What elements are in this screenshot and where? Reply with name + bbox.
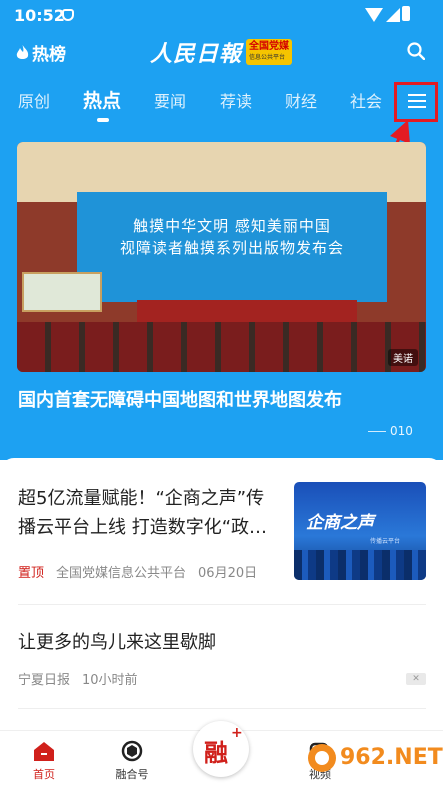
pager-count: 010 bbox=[390, 424, 413, 438]
hero-title[interactable]: 国内首套无障碍中国地图和世界地图发布 bbox=[18, 386, 342, 412]
shield-icon bbox=[62, 9, 74, 21]
thumb-title: 企商之声 bbox=[306, 513, 374, 533]
watermark-text: 962.NET 乐游网 bbox=[340, 744, 443, 770]
news-item-1-meta: 置顶 全国党媒信息公共平台 06月20日 bbox=[18, 562, 257, 581]
news-item-2-source: 宁夏日报 bbox=[18, 673, 71, 688]
tab-recommended[interactable]: 荐读 bbox=[220, 88, 252, 112]
active-tab-indicator bbox=[97, 118, 109, 122]
list-divider bbox=[18, 708, 426, 709]
dismiss-icon[interactable]: ✕ bbox=[406, 673, 426, 685]
logo-text: 人民日報 bbox=[150, 41, 243, 67]
tab-society[interactable]: 社会 bbox=[350, 88, 382, 112]
news-item-2-time: 10小时前 bbox=[82, 673, 138, 688]
hero-screen-line2: 视障读者触摸系列出版物发布会 bbox=[119, 239, 344, 257]
hero-table bbox=[137, 300, 357, 324]
news-item-1-title[interactable]: 超5亿流量赋能！“企商之声”传播云平台上线 打造数字化“政… bbox=[18, 484, 280, 542]
app-header: 热榜 人民日報 全国党媒信息公共平台 bbox=[0, 32, 443, 72]
thumb-subtitle: 传播云平台 bbox=[370, 538, 401, 545]
flame-icon bbox=[16, 44, 29, 59]
tab-finance[interactable]: 财经 bbox=[285, 88, 317, 112]
home-icon bbox=[34, 742, 54, 761]
hero-audience bbox=[17, 322, 426, 372]
search-icon[interactable] bbox=[407, 42, 425, 60]
news-item-1-thumbnail[interactable]: 企商之声 传播云平台 bbox=[294, 482, 426, 580]
badge-icon bbox=[121, 740, 143, 762]
news-item-1-source: 全国党媒信息公共平台 bbox=[56, 566, 187, 581]
thumb-skyline bbox=[294, 550, 426, 580]
tab-original[interactable]: 原创 bbox=[18, 88, 50, 112]
signal-icon bbox=[386, 8, 400, 22]
status-time: 10:52 bbox=[14, 6, 65, 25]
nav-media-label: 融合号 bbox=[115, 768, 149, 781]
rong-button[interactable]: 融 + bbox=[193, 721, 249, 777]
battery-icon bbox=[402, 6, 410, 21]
plus-icon: + bbox=[231, 725, 243, 741]
news-list: 超5亿流量赋能！“企商之声”传播云平台上线 打造数字化“政… 企商之声 传播云平… bbox=[0, 458, 443, 738]
list-divider bbox=[18, 604, 426, 605]
hero-screen-line1: 触摸中华文明 感知美丽中国 bbox=[133, 217, 331, 235]
tab-important-news[interactable]: 要闻 bbox=[154, 88, 186, 112]
nav-home[interactable]: 首页 bbox=[14, 739, 74, 782]
site-watermark: 962.NET 乐游网 bbox=[308, 744, 443, 772]
app-logo: 人民日報 全国党媒信息公共平台 bbox=[150, 36, 293, 68]
news-item-2-title[interactable]: 让更多的鸟儿来这里歇脚 bbox=[18, 628, 216, 654]
news-item-1-date: 06月20日 bbox=[198, 566, 258, 581]
pager-line bbox=[368, 430, 386, 432]
rong-label: 融 bbox=[204, 739, 228, 767]
logo-badge-text: 全国党媒 bbox=[249, 41, 290, 52]
nav-home-label: 首页 bbox=[33, 768, 55, 781]
nav-media-account[interactable]: 融合号 bbox=[102, 739, 162, 782]
wifi-icon bbox=[365, 8, 383, 22]
tab-hot[interactable]: 热点 bbox=[83, 86, 121, 113]
logo-badge-sub: 信息公共平台 bbox=[249, 54, 286, 61]
hot-list-label: 热榜 bbox=[32, 45, 66, 65]
logo-badge: 全国党媒信息公共平台 bbox=[246, 39, 293, 65]
hero-pager: 010 bbox=[368, 424, 413, 438]
menu-icon[interactable] bbox=[408, 93, 426, 109]
news-item-2-meta: 宁夏日报 10小时前 bbox=[18, 669, 138, 688]
hero-banner[interactable]: 触摸中华文明 感知美丽中国 视障读者触摸系列出版物发布会 美诺 bbox=[17, 142, 426, 372]
status-bar: 10:52 bbox=[0, 0, 443, 30]
hero-screen: 触摸中华文明 感知美丽中国 视障读者触摸系列出版物发布会 bbox=[77, 192, 387, 302]
hot-list-button[interactable]: 热榜 bbox=[16, 40, 66, 65]
hero-source-tag: 美诺 bbox=[388, 349, 418, 366]
pinned-badge: 置顶 bbox=[18, 566, 45, 581]
hero-map-board bbox=[22, 272, 102, 312]
